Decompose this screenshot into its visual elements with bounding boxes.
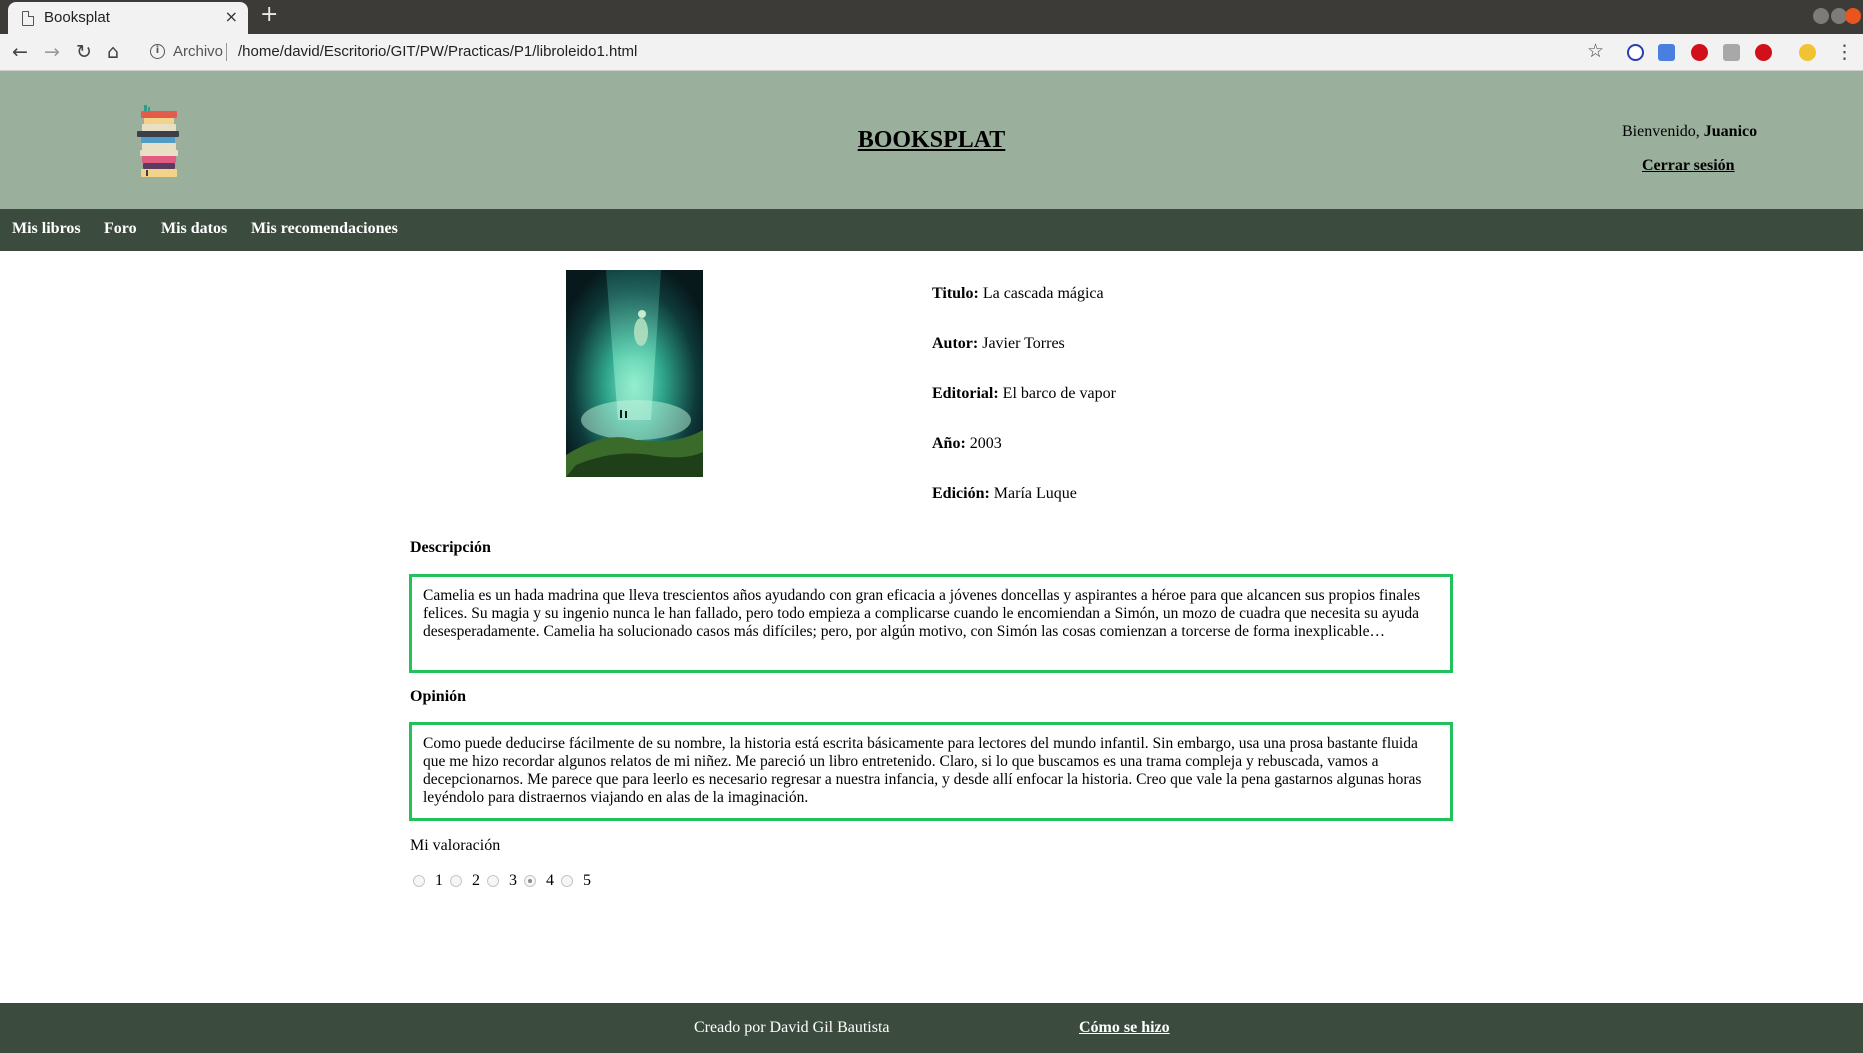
- field-label: Autor:: [932, 335, 979, 352]
- user-name: Juanico: [1703, 123, 1758, 140]
- rating-option-label: 3: [509, 872, 517, 889]
- field-label: Edición:: [932, 485, 990, 502]
- security-label[interactable]: Archivo: [173, 43, 223, 60]
- rating-radio-3[interactable]: [487, 875, 499, 887]
- rating-option-label: 1: [435, 872, 443, 889]
- reload-icon[interactable]: ↻: [76, 41, 92, 63]
- footer-credit: Creado por David Gil Bautista: [694, 1019, 890, 1036]
- url-field[interactable]: /home/david/Escritorio/GIT/PW/Practicas/…: [238, 43, 637, 60]
- nav-item-mis-datos[interactable]: Mis datos: [161, 220, 227, 238]
- rating-radio-4[interactable]: [524, 875, 536, 887]
- description-box: Camelia es un hada madrina que lleva tre…: [409, 574, 1453, 673]
- minimize-icon[interactable]: [1813, 8, 1829, 24]
- star-icon[interactable]: ☆: [1587, 40, 1604, 62]
- rating-option-label: 2: [472, 872, 480, 889]
- welcome-message: Bienvenido, Juanico: [1622, 123, 1757, 141]
- info-icon[interactable]: i: [150, 44, 165, 59]
- field-value: El barco de vapor: [1002, 385, 1116, 402]
- field-label: Titulo:: [932, 285, 979, 302]
- site-header: BOOKSPLAT Bienvenido, Juanico Cerrar ses…: [0, 71, 1863, 209]
- yab-icon[interactable]: [1755, 44, 1772, 61]
- ublock-icon[interactable]: [1691, 44, 1708, 61]
- home-icon[interactable]: ⌂: [107, 41, 119, 63]
- divider: [226, 43, 227, 61]
- book-title-field: Titulo: La cascada mágica: [932, 285, 1104, 303]
- site-title: BOOKSPLAT: [857, 127, 1006, 153]
- rating-option-label: 4: [546, 872, 554, 889]
- new-tab-button[interactable]: +: [260, 2, 278, 27]
- window-close-icon[interactable]: [1845, 8, 1861, 24]
- welcome-text: Bienvenido,: [1622, 123, 1704, 140]
- nav-item-mis-libros[interactable]: Mis libros: [12, 220, 81, 238]
- opinion-box: Como puede deducirse fácilmente de su no…: [409, 722, 1453, 821]
- page-icon: [22, 11, 34, 26]
- rating-radio-2[interactable]: [450, 875, 462, 887]
- rating-option-label: 5: [583, 872, 591, 889]
- browser-tab-strip: Booksplat × +: [0, 0, 1863, 34]
- block-icon[interactable]: [1627, 44, 1644, 61]
- nav-item-mis-recomendaciones[interactable]: Mis recomendaciones: [251, 220, 398, 238]
- logout-link[interactable]: Cerrar sesión: [1642, 157, 1735, 175]
- forward-icon[interactable]: →: [44, 41, 60, 63]
- field-label: Año:: [932, 435, 966, 452]
- extension-icon[interactable]: [1723, 44, 1740, 61]
- tab-close-icon[interactable]: ×: [225, 7, 238, 26]
- book-author-field: Autor: Javier Torres: [932, 335, 1065, 353]
- field-value: María Luque: [993, 485, 1077, 502]
- tab-title: Booksplat: [44, 9, 110, 26]
- nav-item-foro[interactable]: Foro: [104, 220, 137, 238]
- description-heading: Descripción: [410, 539, 491, 556]
- menu-icon[interactable]: ⋮: [1835, 41, 1854, 63]
- how-it-was-made-link[interactable]: Cómo se hizo: [1079, 1019, 1170, 1037]
- book-cover-image: [566, 270, 703, 477]
- book-edition-field: Edición: María Luque: [932, 485, 1077, 503]
- browser-tab[interactable]: Booksplat ×: [8, 2, 248, 34]
- field-label: Editorial:: [932, 385, 999, 402]
- emoji-icon[interactable]: [1799, 44, 1816, 61]
- field-value: 2003: [969, 435, 1002, 452]
- field-value: La cascada mágica: [982, 285, 1104, 302]
- back-icon[interactable]: ←: [12, 41, 28, 63]
- address-bar: ← → ↻ ⌂ i Archivo /home/david/Escritorio…: [0, 34, 1863, 71]
- main-nav: Mis libros Foro Mis datos Mis recomendac…: [0, 209, 1863, 251]
- site-footer: Creado por David Gil Bautista Cómo se hi…: [0, 1003, 1863, 1053]
- rating-label: Mi valoración: [410, 837, 501, 854]
- rating-radio-5[interactable]: [561, 875, 573, 887]
- translate-icon[interactable]: [1658, 44, 1675, 61]
- field-value: Javier Torres: [982, 335, 1065, 352]
- rating-radio-1[interactable]: [413, 875, 425, 887]
- opinion-heading: Opinión: [410, 688, 467, 705]
- book-year-field: Año: 2003: [932, 435, 1002, 453]
- book-publisher-field: Editorial: El barco de vapor: [932, 385, 1116, 403]
